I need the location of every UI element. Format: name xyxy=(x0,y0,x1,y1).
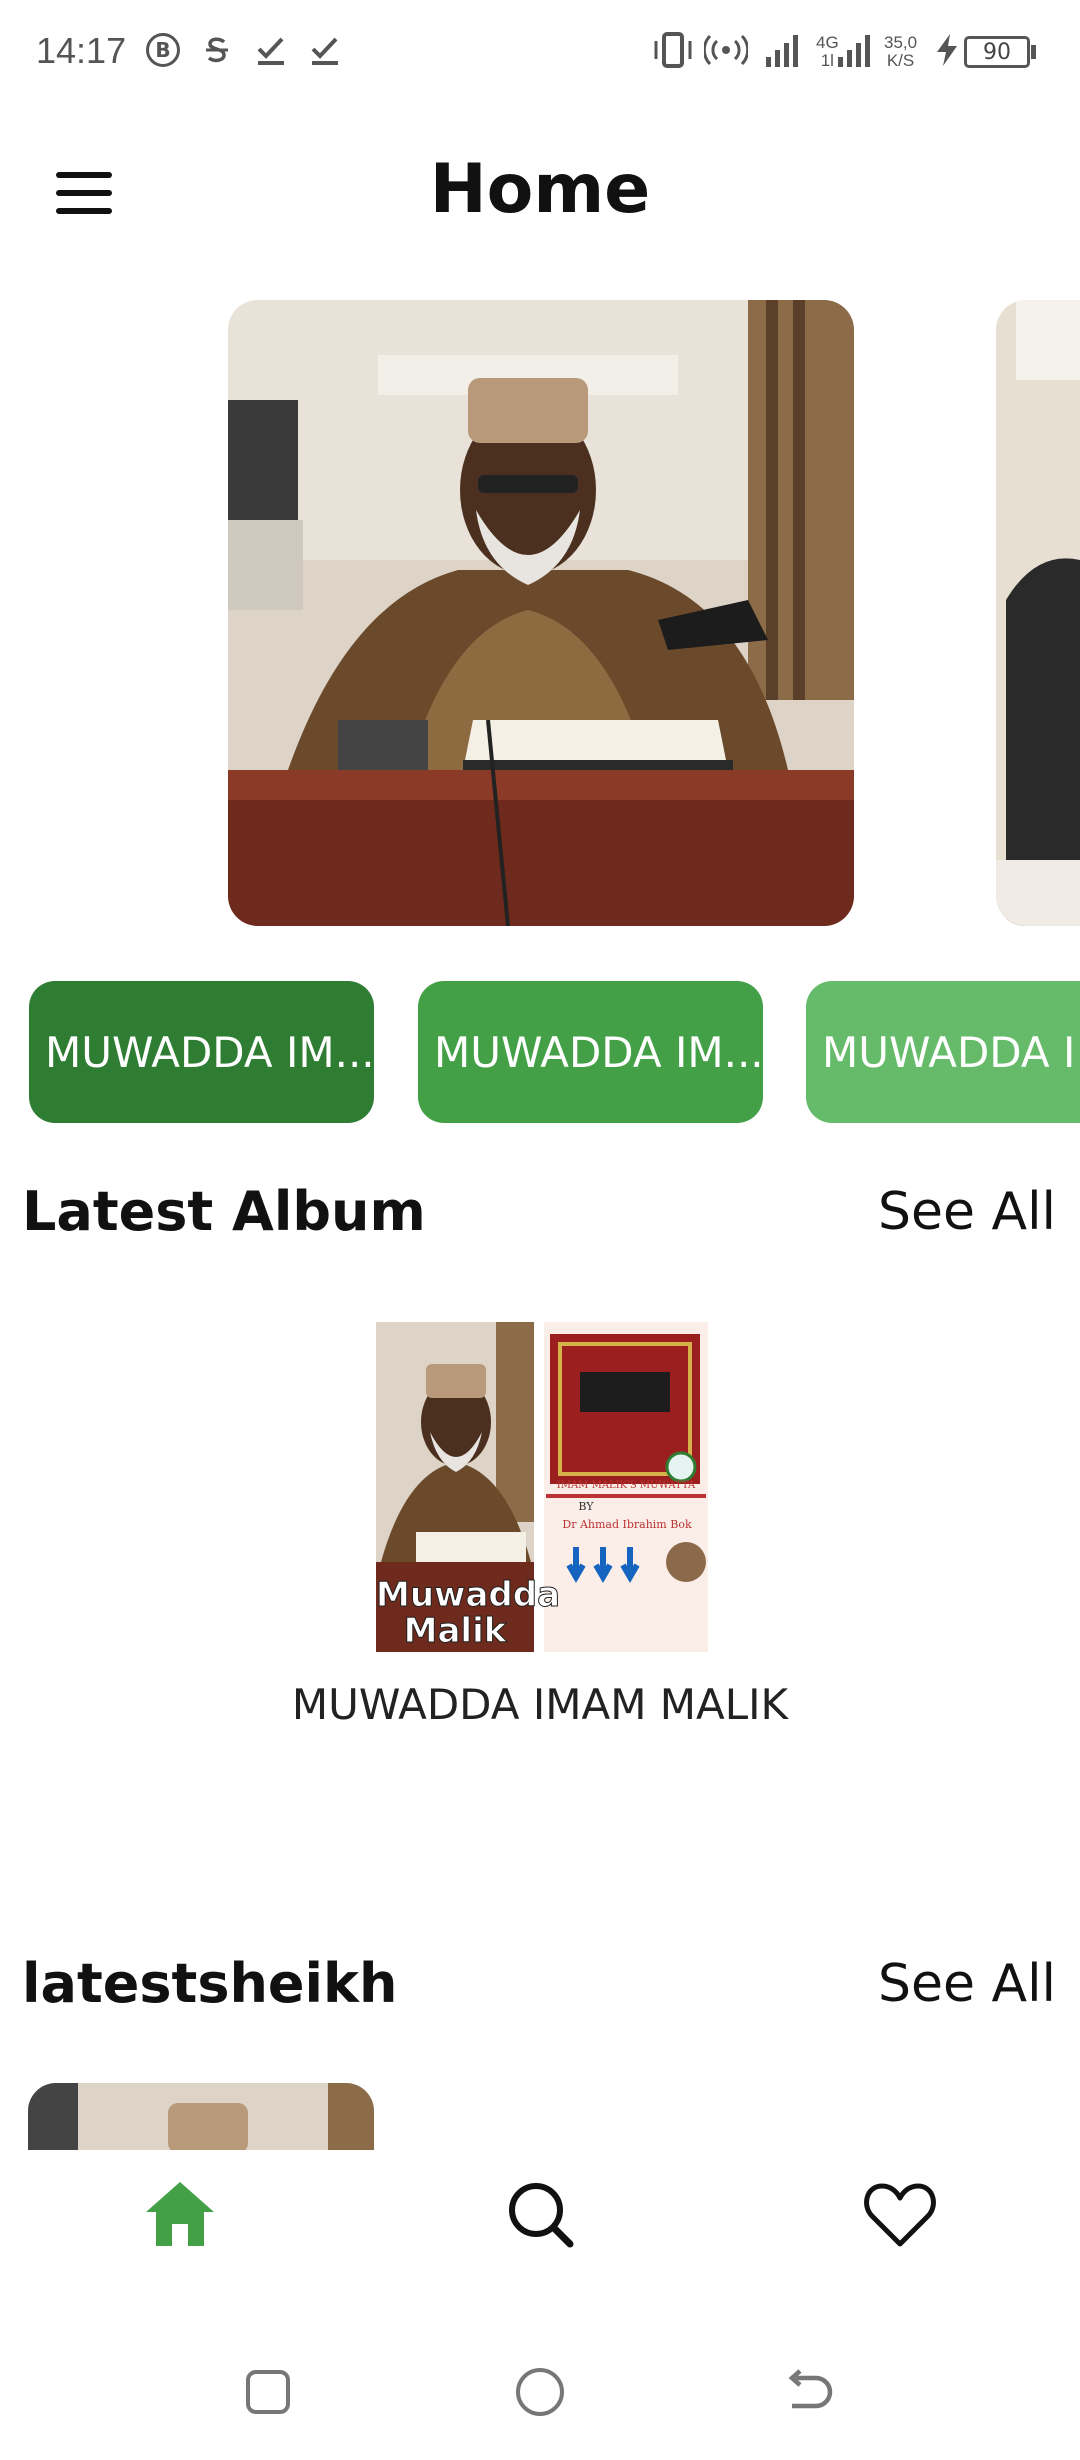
status-bar: 14:17 B 4G 1l 35,0 K/S 90 xyxy=(0,0,1080,110)
see-all-sheikh-button[interactable]: See All xyxy=(878,1954,1056,2014)
check-icon xyxy=(308,30,342,70)
home-circle-icon[interactable] xyxy=(516,2368,564,2416)
album-cover-author: Dr Ahmad Ibrahim Bok xyxy=(562,1518,692,1531)
network-speed: 35,0 K/S xyxy=(884,33,918,70)
charging-icon xyxy=(934,30,960,70)
b-circle-icon: B xyxy=(146,30,180,70)
vibrate-icon xyxy=(650,30,696,70)
signal-icon xyxy=(836,30,874,70)
search-icon[interactable] xyxy=(500,2174,580,2254)
system-navigation-bar xyxy=(0,2330,1080,2460)
category-chip[interactable]: MUWADDA I xyxy=(806,981,1080,1123)
check-icon xyxy=(254,30,288,70)
status-time: 14:17 xyxy=(36,30,127,71)
carousel-slide[interactable] xyxy=(228,300,854,926)
heart-icon[interactable] xyxy=(860,2174,940,2254)
home-icon[interactable] xyxy=(140,2174,220,2254)
sheikh-card[interactable] xyxy=(28,2083,374,2153)
page-title: Home xyxy=(429,150,651,229)
hotspot-icon xyxy=(704,30,748,70)
category-chip[interactable]: MUWADDA IM... xyxy=(29,981,374,1123)
recents-icon[interactable] xyxy=(246,2370,290,2414)
album-cover-caption: Muwadda Malik xyxy=(376,1575,561,1651)
bottom-navigation xyxy=(0,2150,1080,2280)
album-cover-subtitle: IMAM MALIK'S MUWATTA xyxy=(556,1480,696,1491)
album-title[interactable]: MUWADDA IMAM MALIK xyxy=(0,1680,1080,1729)
battery-icon: 90 xyxy=(964,36,1030,68)
carousel-slide-next[interactable] xyxy=(996,300,1080,926)
back-icon[interactable] xyxy=(784,2368,836,2416)
signal-icon xyxy=(764,30,802,70)
album-cover-by: BY xyxy=(578,1500,594,1513)
album-cover[interactable]: Muwadda Malik IMAM MALIK'S MUWATTA BY Dr… xyxy=(376,1322,708,1652)
s-icon xyxy=(200,30,234,70)
see-all-albums-button[interactable]: See All xyxy=(878,1182,1056,1242)
latest-album-heading: Latest Album xyxy=(22,1180,426,1243)
latest-sheikh-heading: latestsheikh xyxy=(22,1952,398,2015)
category-chip[interactable]: MUWADDA IM... xyxy=(418,981,763,1123)
